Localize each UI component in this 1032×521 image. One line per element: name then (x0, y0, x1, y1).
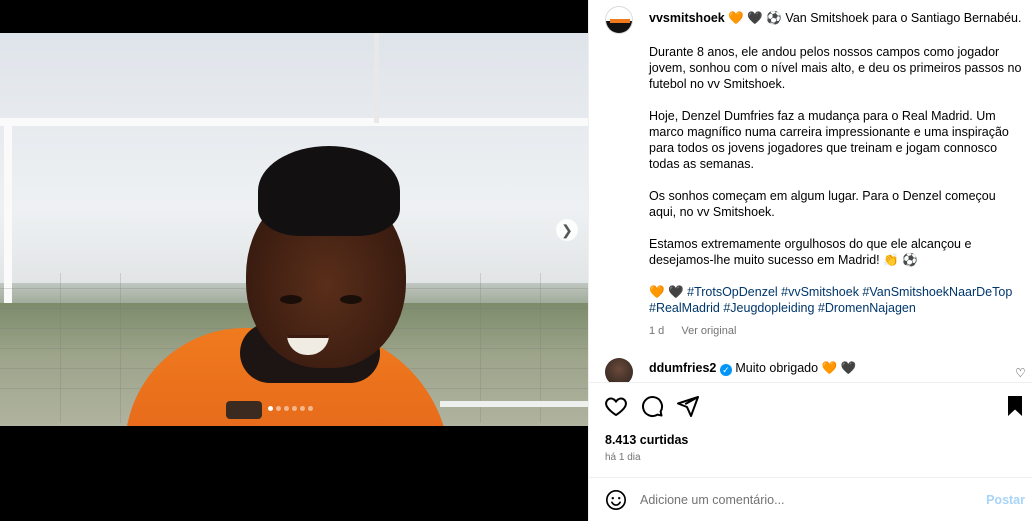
likes-count[interactable]: 8.413 curtidas (605, 433, 688, 447)
caption-title: Van Smitshoek para o Santiago Bernabéu. (785, 11, 1022, 25)
black-heart-emoji: 🖤 (747, 11, 763, 25)
details-panel: vvsmitshoek 🧡 🖤 ⚽ Van Smitshoek para o S… (588, 0, 1032, 521)
chevron-right-icon[interactable]: ❯ (556, 219, 578, 241)
black-heart-emoji: 🖤 (668, 285, 684, 299)
bookmark-icon[interactable] (1003, 394, 1027, 418)
media-panel: ❯ (0, 0, 588, 521)
commenter-avatar[interactable] (605, 358, 633, 382)
post-comment-button[interactable]: Postar (986, 493, 1025, 507)
heart-icon[interactable] (604, 394, 628, 418)
caption-meta: 1 d Ver original (649, 325, 750, 337)
post-timestamp[interactable]: há 1 dia (605, 452, 641, 463)
carousel-dot (292, 406, 297, 411)
black-heart-emoji: 🖤 (840, 361, 857, 375)
carousel-dots (268, 406, 313, 411)
caption-paragraph: Os sonhos começam em algum lugar. Para o… (649, 189, 996, 219)
comment-username[interactable]: ddumfries2 (649, 361, 716, 375)
soccer-ball-emoji: ⚽ (766, 11, 782, 25)
verified-badge-icon: ✓ (719, 364, 732, 376)
caption-scroll-area[interactable]: vvsmitshoek 🧡 🖤 ⚽ Van Smitshoek para o S… (589, 0, 1032, 383)
caption-age: 1 d (649, 325, 665, 337)
carousel-dot (276, 406, 281, 411)
instagram-post-modal: ❯ vvsmitshoek 🧡 🖤 ⚽ Van Smitshoek para o… (0, 0, 1032, 521)
caption-paragraph: Estamos extremamente orgulhosos do que e… (649, 237, 972, 267)
comment: ddumfries2 ✓ Muito obrigado 🧡 🖤 (649, 361, 856, 376)
action-bar (589, 394, 1032, 422)
post-caption: vvsmitshoek 🧡 🖤 ⚽ Van Smitshoek para o S… (649, 10, 1023, 316)
orange-heart-emoji: 🧡 (821, 361, 838, 375)
post-username[interactable]: vvsmitshoek (649, 11, 725, 25)
see-original-link[interactable]: Ver original (681, 325, 736, 337)
share-icon[interactable] (676, 394, 700, 418)
post-photo (0, 33, 588, 426)
avatar[interactable] (605, 6, 633, 34)
caption-paragraph: Durante 8 anos, ele andou pelos nossos c… (649, 45, 1022, 91)
carousel-dot (268, 406, 273, 411)
carousel-dot (308, 406, 313, 411)
comment-input[interactable] (640, 490, 970, 510)
comment-bar: Postar (589, 478, 1032, 521)
carousel-dot (300, 406, 305, 411)
caption-paragraph: Hoje, Denzel Dumfries faz a mudança para… (649, 109, 1009, 171)
hashtags[interactable]: #TrotsOpDenzel #vvSmitshoek #VanSmitshoe… (649, 285, 1012, 315)
comment-like-icon[interactable]: ♡ (1015, 366, 1026, 380)
comment-text: Muito obrigado (735, 361, 819, 375)
carousel-dot (284, 406, 289, 411)
orange-heart-emoji: 🧡 (728, 11, 744, 25)
emoji-icon[interactable] (605, 489, 627, 511)
comment-icon[interactable] (640, 394, 664, 418)
orange-heart-emoji: 🧡 (649, 285, 665, 299)
